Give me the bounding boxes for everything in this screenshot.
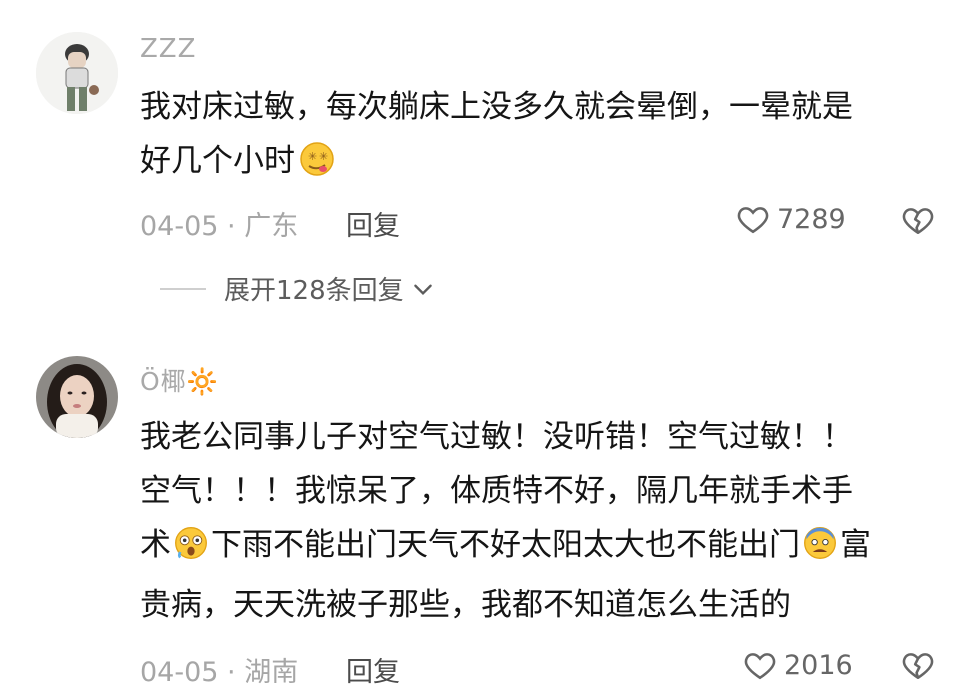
dislike-button[interactable] [900,648,936,686]
expand-replies-label: 展开128条回复 [224,276,404,306]
cartoon-boy-avatar-icon [36,32,118,114]
woozy-face-emoji-icon [173,524,209,578]
like-button[interactable]: 2016 [742,648,853,682]
reply-button[interactable]: 回复 [346,650,400,689]
like-button[interactable]: 7289 [735,202,846,236]
reply-button[interactable]: 回复 [346,204,400,243]
like-count: 7289 [777,203,846,235]
username[interactable]: ZZZ [140,34,196,64]
comment-line: 空气！！！我惊呆了，体质特不好，隔几年就手术手 [140,473,853,509]
avatar[interactable] [36,32,118,114]
heart-icon [744,653,776,680]
svg-text:✳: ✳ [308,150,317,163]
comment-line: 术 下雨不能出门天气不好太阳太大也不能出门 富 [140,518,940,578]
broken-heart-icon [902,208,934,235]
comment-text: 我老公同事儿子对空气过敏！没听错！空气过敏！！ 空气！！！我惊呆了，体质特不好，… [140,410,940,632]
dizzy-face-emoji-icon: ✳ ✳ [297,140,337,194]
comment-line-text: 好几个小时 [140,143,295,179]
expand-replies-button[interactable]: 展开128条回复 [160,270,436,307]
broken-heart-icon [902,653,934,680]
divider [160,287,206,290]
chevron-down-icon [413,284,432,295]
comment-date-location: 04-05 · 湖南 [140,657,299,688]
comment-line-text: 富 [840,527,871,563]
comment-text: 我对床过敏，每次躺床上没多久就会晕倒，一晕就是 好几个小时 ✳ ✳ [140,80,940,194]
svg-text:✳: ✳ [319,150,328,163]
username[interactable]: Ö椰🔆 [140,362,219,398]
comment-line: 我老公同事儿子对空气过敏！没听错！空气过敏！！ [140,419,853,455]
comment-date-location: 04-05 · 广东 [140,211,299,242]
anxious-face-emoji-icon [802,524,838,578]
comment-line: 贵病，天天洗被子那些，我都不知道怎么生活的 [140,587,791,623]
comment-line-text: 下雨不能出门天气不好太阳太大也不能出门 [211,527,800,563]
dislike-button[interactable] [900,203,936,241]
comment-line: 我对床过敏，每次躺床上没多久就会晕倒，一晕就是 [140,89,853,125]
comment-line-text: 术 [140,527,171,563]
like-count: 2016 [784,649,853,681]
heart-icon [737,207,769,234]
avatar[interactable] [36,356,118,438]
comment-line: 好几个小时 ✳ ✳ [140,134,940,194]
girl-photo-avatar-icon [36,356,118,438]
